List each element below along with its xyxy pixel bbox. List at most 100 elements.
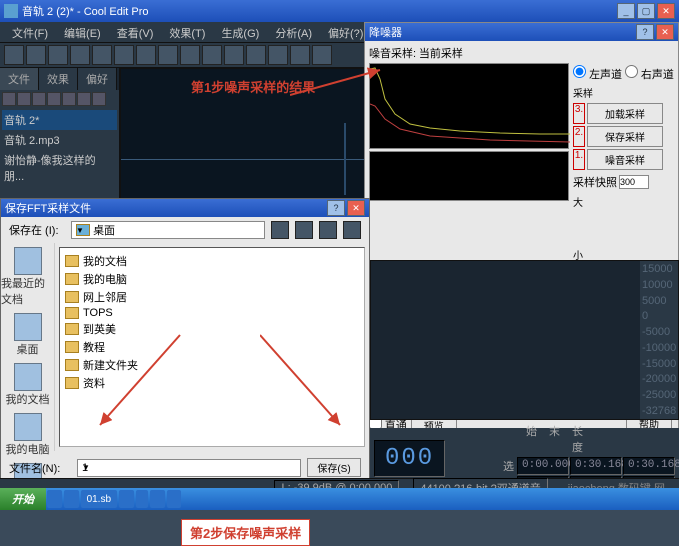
file-item[interactable]: 网上邻居	[64, 288, 360, 306]
time-display: 000	[374, 440, 445, 477]
task-item[interactable]	[150, 490, 165, 508]
start-button[interactable]: 开始	[0, 488, 46, 510]
task-item[interactable]	[167, 490, 182, 508]
menu-analyze[interactable]: 分析(A)	[267, 22, 320, 42]
save-dialog: 保存FFT采样文件 ? ✕ 保存在 (I): 桌面 ▼ 我最近的文档 桌面 我的…	[0, 198, 370, 507]
track-ctrl-button[interactable]	[32, 92, 46, 106]
sample-header: 采样	[573, 85, 674, 100]
place-desktop[interactable]: 桌面	[14, 313, 42, 357]
task-item[interactable]	[136, 490, 148, 508]
caption-label: 噪音采样:	[369, 48, 416, 60]
view-menu-button[interactable]	[343, 221, 361, 239]
track-ctrl-button[interactable]	[47, 92, 61, 106]
minimize-button[interactable]: _	[617, 3, 635, 19]
nav-up-button[interactable]	[295, 221, 313, 239]
lower-waveform[interactable]: 150001000050000-5000-10000-15000-20000-2…	[370, 260, 679, 420]
file-item[interactable]: 新建文件夹	[64, 356, 360, 374]
menu-view[interactable]: 查看(V)	[109, 22, 162, 42]
scale-big: 大	[573, 194, 674, 209]
file-item[interactable]: 我的电脑	[64, 270, 360, 288]
menu-generate[interactable]: 生成(G)	[213, 22, 267, 42]
save-button[interactable]: 保存(S)	[307, 458, 361, 477]
track-item[interactable]: 音轨 2*	[2, 110, 117, 130]
file-item[interactable]: 到英美	[64, 320, 360, 338]
radio-left[interactable]: 左声道	[573, 69, 622, 81]
track-ctrl-button[interactable]	[77, 92, 91, 106]
save-dialog-title: 保存FFT采样文件	[5, 200, 91, 216]
tab-files[interactable]: 文件	[0, 68, 39, 90]
toolbar-button[interactable]	[4, 45, 24, 65]
menu-effects[interactable]: 效果(T)	[161, 22, 213, 42]
toolbar-button[interactable]	[180, 45, 200, 65]
annotation-1: 第1步噪声采样的结果	[191, 77, 315, 96]
savein-label: 保存在 (I):	[9, 222, 65, 238]
places-bar: 我最近的文档 桌面 我的文档 我的电脑 网上邻居	[1, 243, 55, 451]
track-list: 音轨 2* 音轨 2.mp3 谢怡静-像我这样的朋...	[0, 108, 119, 188]
dialog-title: 降噪器	[369, 24, 402, 40]
app-title: 音轨 2 (2)* - Cool Edit Pro	[22, 3, 149, 19]
taskbar: 开始 01.sb	[0, 488, 679, 510]
track-ctrl-button[interactable]	[62, 92, 76, 106]
place-recent[interactable]: 我最近的文档	[1, 247, 54, 307]
snapshot-label: 采样快照	[573, 174, 617, 190]
task-item[interactable]	[47, 490, 62, 508]
system-tray[interactable]	[664, 494, 679, 505]
annotation-2: 第2步保存噪声采样	[181, 519, 310, 546]
filename-label: 文件名(N):	[9, 460, 71, 476]
noise-spectrum[interactable]	[369, 63, 569, 149]
menu-edit[interactable]: 编辑(E)	[56, 22, 109, 42]
track-ctrl-button[interactable]	[17, 92, 31, 106]
file-item[interactable]: 教程	[64, 338, 360, 356]
task-item[interactable]	[119, 490, 134, 508]
toolbar-button[interactable]	[70, 45, 90, 65]
dialog-help-button[interactable]: ?	[636, 24, 654, 40]
toolbar-button[interactable]	[92, 45, 112, 65]
noise-preview[interactable]	[369, 151, 569, 201]
amplitude-ruler: 150001000050000-5000-10000-15000-20000-2…	[640, 261, 678, 419]
track-ctrl-button[interactable]	[92, 92, 106, 106]
task-item[interactable]: 01.sb	[81, 490, 117, 508]
place-mycomputer[interactable]: 我的电脑	[6, 413, 50, 457]
file-item[interactable]: 资料	[64, 374, 360, 392]
task-item[interactable]	[64, 490, 79, 508]
nav-back-button[interactable]	[271, 221, 289, 239]
app-icon	[4, 4, 18, 18]
new-folder-button[interactable]	[319, 221, 337, 239]
get-sample-button[interactable]: 噪音采样	[587, 149, 663, 170]
maximize-button[interactable]: ▢	[637, 3, 655, 19]
track-item[interactable]: 音轨 2.mp3	[2, 130, 117, 150]
spectrum-curve	[370, 64, 570, 150]
toolbar-button[interactable]	[158, 45, 178, 65]
toolbar-button[interactable]	[312, 45, 332, 65]
radio-right[interactable]: 右声道	[625, 69, 674, 81]
caption-value: 当前采样	[419, 48, 463, 60]
save-help-button[interactable]: ?	[327, 200, 345, 216]
toolbar-button[interactable]	[290, 45, 310, 65]
toolbar-button[interactable]	[246, 45, 266, 65]
tab-favorites[interactable]: 偏好	[78, 68, 117, 90]
savein-combo[interactable]: 桌面 ▼	[71, 221, 265, 239]
load-sample-button[interactable]: 加载采样	[587, 103, 663, 124]
track-item[interactable]: 谢怡静-像我这样的朋...	[2, 150, 117, 186]
toolbar-button[interactable]	[136, 45, 156, 65]
place-mydocs[interactable]: 我的文档	[6, 363, 50, 407]
toolbar-button[interactable]	[114, 45, 134, 65]
file-item[interactable]: 我的文档	[64, 252, 360, 270]
dialog-close-button[interactable]: ✕	[656, 24, 674, 40]
toolbar-button[interactable]	[202, 45, 222, 65]
save-close-button[interactable]: ✕	[347, 200, 365, 216]
filename-input[interactable]: 1▼	[77, 459, 301, 477]
toolbar-button[interactable]	[26, 45, 46, 65]
toolbar-button[interactable]	[48, 45, 68, 65]
tab-effects[interactable]: 效果	[39, 68, 78, 90]
file-list[interactable]: 我的文档 我的电脑 网上邻居 TOPS 到英美 教程 新建文件夹 资料 第2步保…	[59, 247, 365, 447]
toolbar-button[interactable]	[224, 45, 244, 65]
main-titlebar: 音轨 2 (2)* - Cool Edit Pro _ ▢ ✕	[0, 0, 679, 22]
save-sample-button[interactable]: 保存采样	[587, 126, 663, 147]
snapshot-input[interactable]	[619, 175, 649, 189]
toolbar-button[interactable]	[268, 45, 288, 65]
file-item[interactable]: TOPS	[64, 306, 360, 320]
close-button[interactable]: ✕	[657, 3, 675, 19]
track-ctrl-button[interactable]	[2, 92, 16, 106]
menu-file[interactable]: 文件(F)	[4, 22, 56, 42]
